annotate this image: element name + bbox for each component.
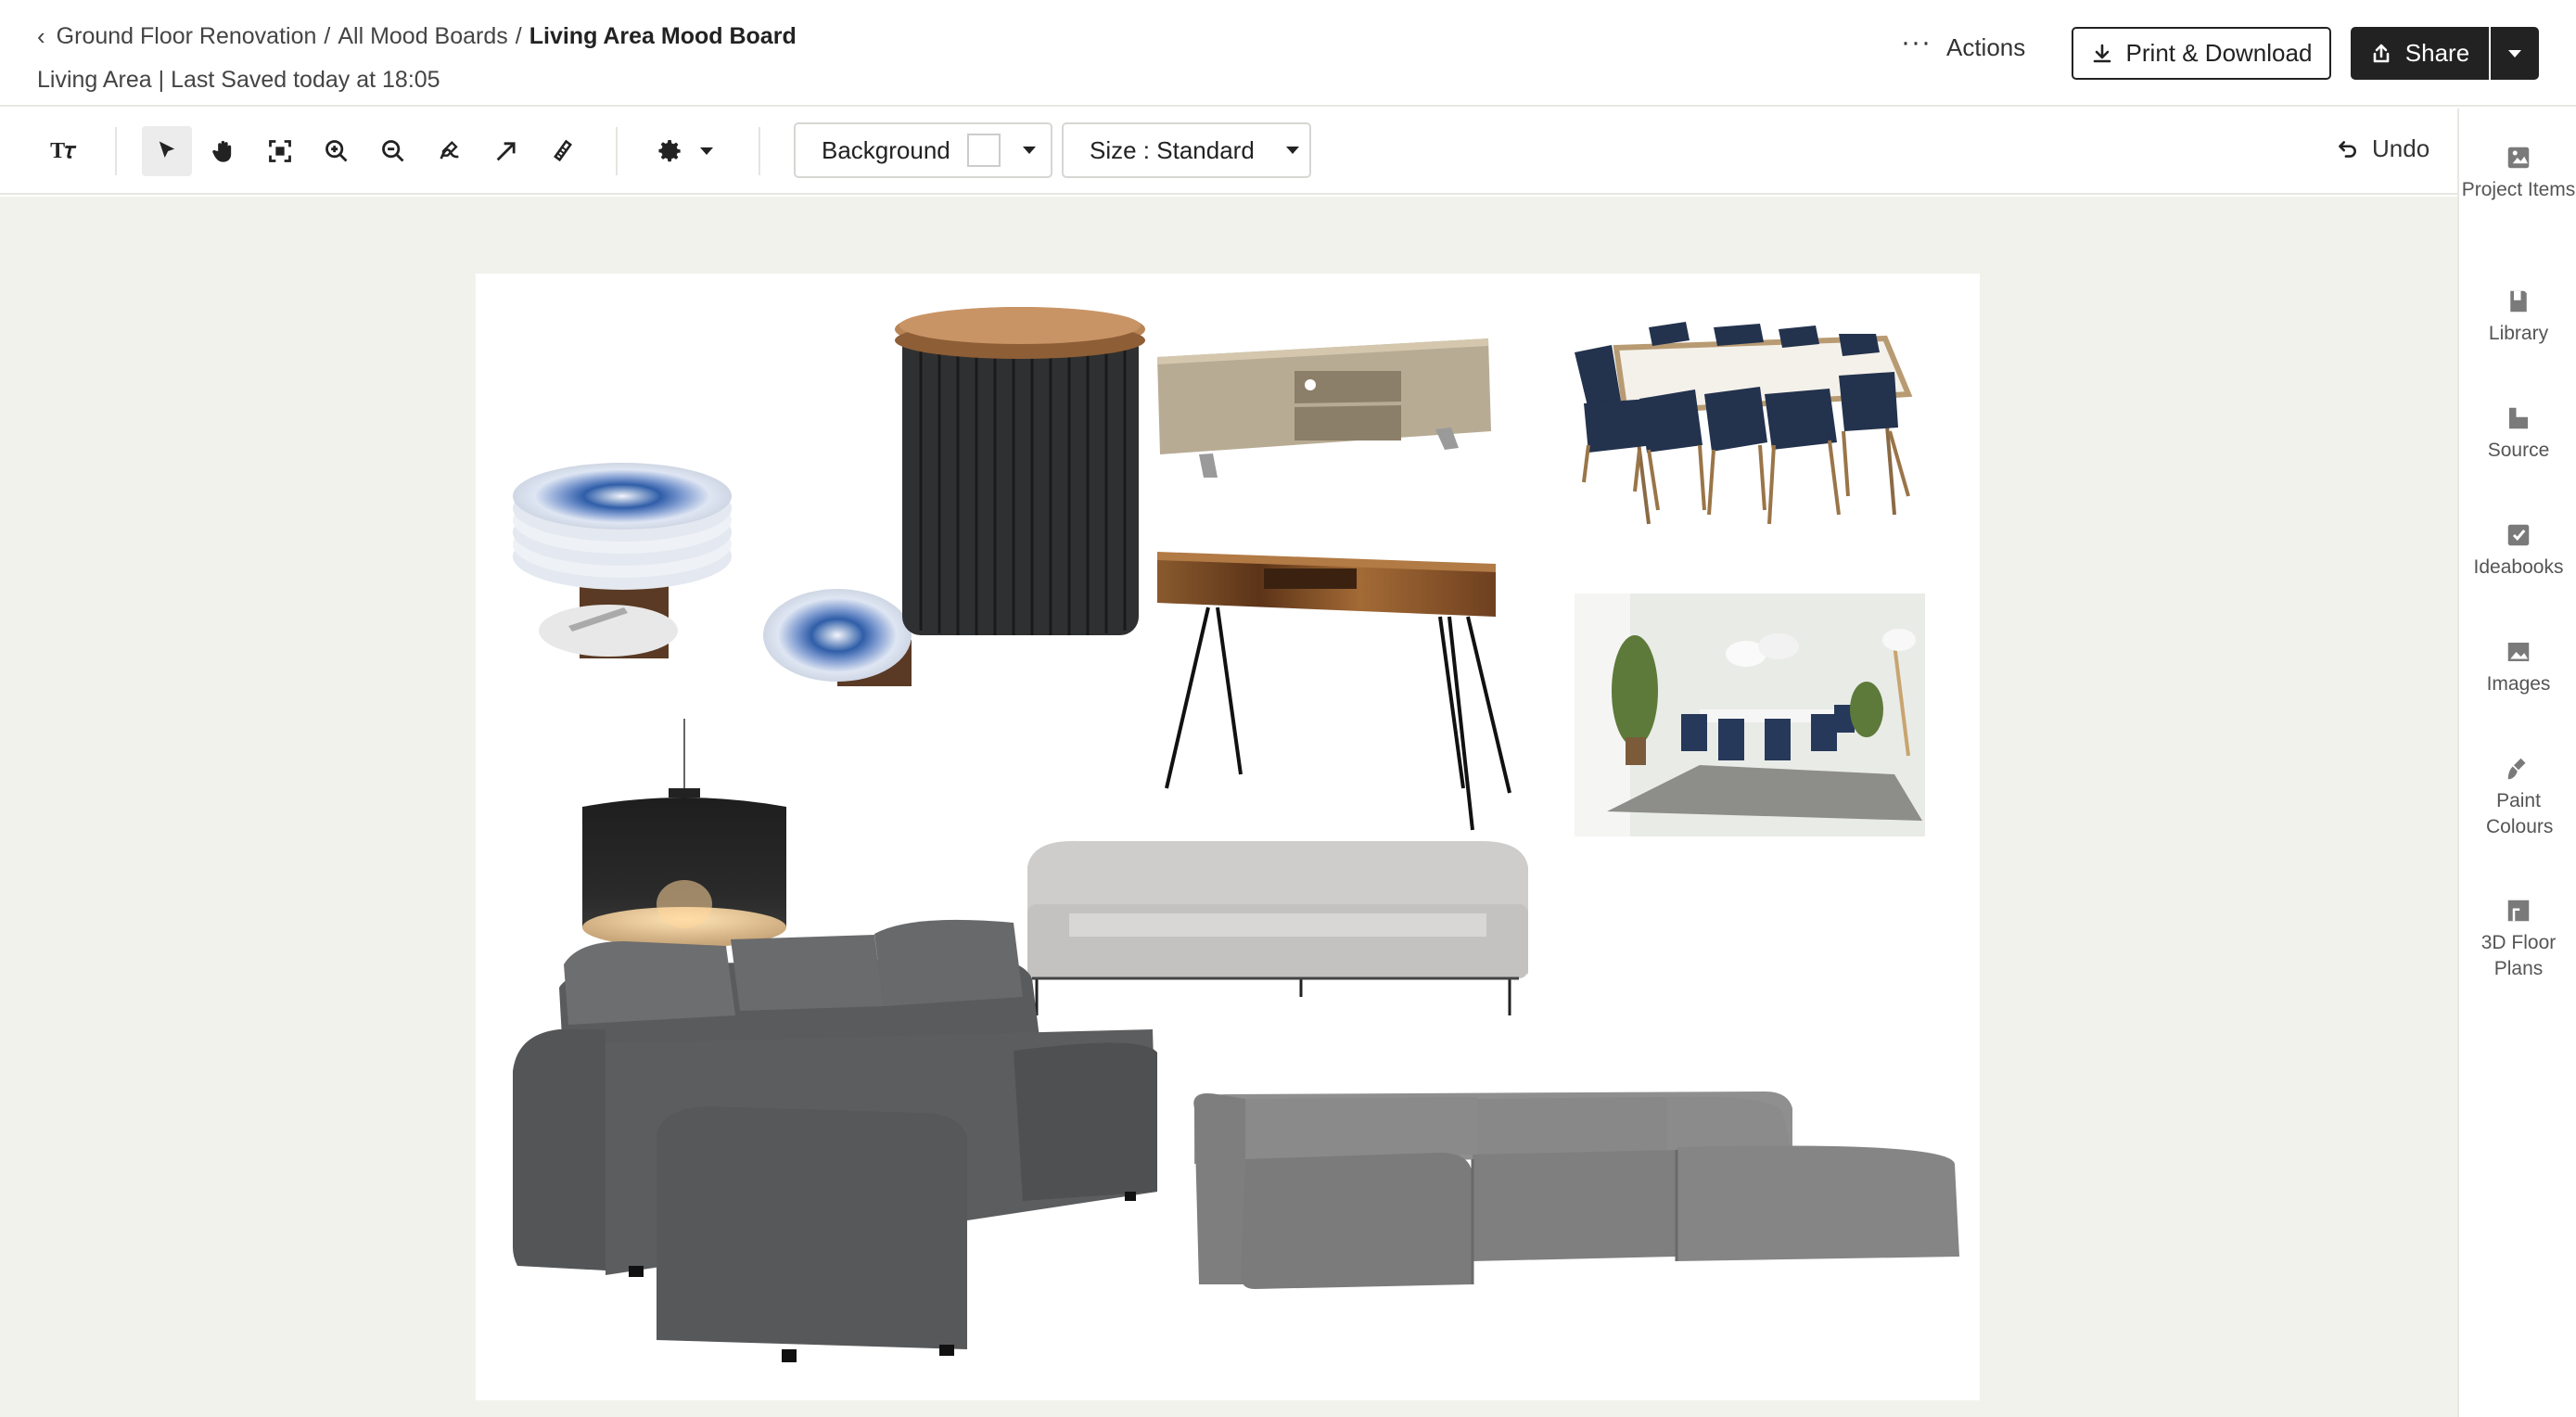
toolbar-divider [759, 127, 760, 175]
right-sidebar: Project Items Library Source Ideabooks I… [2457, 109, 2576, 1417]
share-icon [2373, 44, 2390, 62]
print-download-button[interactable]: Print & Download [2072, 27, 2331, 80]
select-tool-button[interactable] [142, 126, 192, 176]
pendant-lamp-image[interactable] [582, 719, 786, 948]
caret-down-icon [1285, 147, 1299, 154]
chevron-left-icon[interactable]: ‹ [37, 22, 45, 51]
fit-screen-icon [269, 140, 291, 162]
breadcrumb-project[interactable]: Ground Floor Renovation [57, 23, 317, 50]
download-icon [2093, 44, 2111, 62]
text-tool-button[interactable]: T𝜏 [38, 126, 88, 176]
images-icon [2507, 643, 2530, 661]
breadcrumb: ‹ Ground Floor Renovation / All Mood Boa… [37, 22, 797, 51]
eraser-tool-button[interactable] [538, 126, 588, 176]
caret-down-icon [700, 147, 713, 155]
dining-set-image[interactable] [1575, 322, 1913, 525]
ideabooks-icon [2507, 524, 2530, 546]
size-label: Size : Standard [1090, 135, 1255, 164]
modular-grey-sofa-image[interactable] [1193, 1091, 1959, 1289]
gear-icon [658, 140, 681, 162]
zoom-in-icon [325, 140, 348, 162]
grey-three-seat-sofa-image[interactable] [1027, 840, 1528, 1015]
source-icon [2509, 407, 2528, 429]
sidebar-item-ideabooks[interactable]: Ideabooks [2459, 521, 2576, 581]
sidebar-item-images[interactable]: Images [2459, 638, 2576, 697]
undo-button[interactable]: Undo [2335, 134, 2429, 163]
caret-down-icon [2508, 49, 2521, 57]
toolbar-divider [616, 127, 618, 175]
toolbar-divider [115, 127, 117, 175]
slatted-side-table-image[interactable] [895, 307, 1145, 635]
sidebar-item-source[interactable]: Source [2459, 404, 2576, 464]
sidebar-label-library: Library [2488, 323, 2549, 344]
canvas-workspace [0, 197, 2457, 1417]
breadcrumb-separator: / [324, 23, 331, 49]
sidebar-item-library[interactable]: Library [2459, 287, 2576, 347]
caret-down-icon [1022, 147, 1036, 154]
background-color-swatch [966, 134, 1001, 167]
mood-board-items [513, 307, 1959, 1362]
pen-draw-icon [440, 141, 459, 160]
arrow-tool-button[interactable] [481, 126, 531, 176]
undo-label: Undo [2372, 134, 2430, 162]
pan-tool-button[interactable] [198, 126, 249, 176]
arrow-icon [496, 142, 516, 161]
background-label: Background [822, 135, 950, 164]
background-dropdown[interactable]: Background [794, 122, 1052, 178]
project-items-icon [2507, 147, 2530, 169]
sidebar-item-paint-colours[interactable]: Paint Colours [2459, 755, 2576, 840]
library-icon [2510, 290, 2527, 313]
eraser-icon [554, 139, 572, 162]
draw-tool-button[interactable] [425, 126, 475, 176]
sidebar-label-ideabooks: Ideabooks [2473, 556, 2564, 578]
editor-toolbar: T𝜏 Background Size : Standard Undo [0, 109, 2457, 195]
wooden-console-table-image[interactable] [1157, 552, 1511, 831]
top-header: ‹ Ground Floor Renovation / All Mood Boa… [0, 0, 2576, 107]
floor-plan-icon [2507, 900, 2530, 922]
fit-screen-tool-button[interactable] [255, 126, 305, 176]
blue-plates-image[interactable] [513, 463, 912, 686]
sidebar-item-project-items[interactable]: Project Items [2459, 144, 2576, 203]
share-label: Share [2404, 39, 2470, 67]
sidebar-label-3d-floor-plans: 3D Floor Plans [2480, 932, 2557, 979]
breadcrumb-separator: / [515, 23, 522, 49]
share-button[interactable]: Share [2351, 27, 2489, 80]
sidebar-label-source: Source [2487, 440, 2550, 461]
dining-room-photo-image[interactable] [1575, 594, 1925, 836]
cursor-icon [159, 141, 175, 158]
share-options-button[interactable] [2491, 27, 2539, 80]
sidebar-label-images: Images [2486, 673, 2551, 695]
page-title: Living Area Mood Board [529, 23, 797, 49]
sidebar-label-paint-colours: Paint Colours [2486, 790, 2554, 837]
print-download-label: Print & Download [2125, 39, 2313, 67]
more-dots-icon: ··· [1901, 26, 1932, 57]
zoom-in-tool-button[interactable] [312, 126, 362, 176]
save-status: Living Area | Last Saved today at 18:05 [37, 67, 440, 93]
sidebar-label-project-items: Project Items [2461, 179, 2576, 200]
settings-tool-button[interactable] [646, 126, 724, 176]
actions-label: Actions [1945, 33, 2026, 61]
actions-button[interactable]: ··· Actions [1901, 26, 2026, 62]
dark-grey-corner-sofa-image[interactable] [513, 919, 1157, 1362]
size-dropdown[interactable]: Size : Standard [1062, 122, 1311, 178]
breadcrumb-mood-boards[interactable]: All Mood Boards [338, 23, 507, 50]
zoom-out-icon [382, 140, 404, 162]
tv-stand-image[interactable] [1157, 338, 1491, 478]
zoom-out-tool-button[interactable] [368, 126, 418, 176]
undo-icon [2339, 140, 2356, 158]
mood-board-canvas[interactable] [476, 274, 1980, 1400]
sidebar-item-3d-floor-plans[interactable]: 3D Floor Plans [2459, 897, 2576, 982]
text-tool-icon: T𝜏 [50, 138, 76, 163]
paint-brush-icon [2507, 758, 2526, 780]
hand-icon [212, 140, 232, 162]
